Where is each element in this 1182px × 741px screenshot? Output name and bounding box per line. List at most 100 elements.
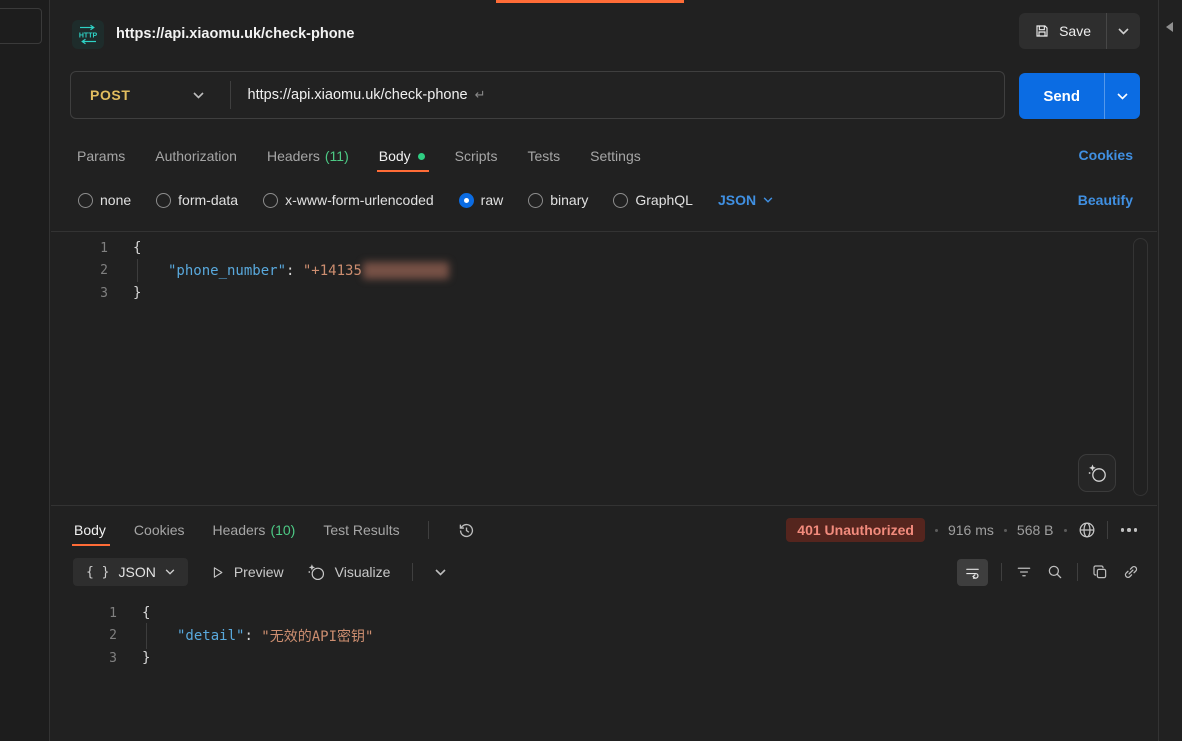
beautify-link[interactable]: Beautify xyxy=(1078,192,1133,208)
chevron-down-icon[interactable] xyxy=(435,569,446,576)
tab-settings[interactable]: Settings xyxy=(590,148,641,164)
history-icon[interactable] xyxy=(457,521,476,540)
response-body-editor[interactable]: 1 { 2 "detail": "无效的API密钥" 3 } xyxy=(51,598,1157,741)
radio-icon[interactable] xyxy=(156,193,171,208)
code-text: "detail": "无效的API密钥" xyxy=(142,626,373,646)
link-icon[interactable] xyxy=(1122,563,1140,581)
tab-params[interactable]: Params xyxy=(77,148,125,164)
code-line: 1 { xyxy=(51,602,1157,625)
separator-dot xyxy=(935,529,938,532)
request-body-editor[interactable]: 1 { 2 "phone_number": "+14135 3 } xyxy=(51,231,1157,505)
tab-tests[interactable]: Tests xyxy=(527,148,560,164)
language-value: JSON xyxy=(718,192,756,208)
code-line: 3 } xyxy=(51,282,1157,305)
more-options-icon[interactable] xyxy=(1118,528,1141,532)
cookies-link[interactable]: Cookies xyxy=(1079,147,1133,163)
sidebar-collapsed-item[interactable] xyxy=(0,8,42,44)
line-number: 3 xyxy=(51,286,108,301)
tab-count: (10) xyxy=(270,522,295,538)
preview-button[interactable]: Preview xyxy=(210,564,284,580)
url-enter-hint: ↵ xyxy=(475,87,486,103)
mode-none[interactable]: none xyxy=(78,192,131,208)
tab-label: Headers xyxy=(267,148,320,164)
radio-icon[interactable] xyxy=(528,193,543,208)
body-mode-row: none form-data x-www-form-urlencoded raw… xyxy=(51,186,1157,214)
radio-icon[interactable] xyxy=(78,193,93,208)
response-tab-test-results[interactable]: Test Results xyxy=(323,522,399,538)
right-sidebar-strip[interactable] xyxy=(1158,0,1182,741)
send-button[interactable]: Send xyxy=(1019,73,1104,119)
save-button[interactable]: Save xyxy=(1019,13,1106,49)
preview-label: Preview xyxy=(234,564,284,580)
mode-raw[interactable]: raw xyxy=(459,192,504,208)
mode-graphql[interactable]: GraphQL xyxy=(613,192,693,208)
response-status-bar: 401 Unauthorized 916 ms 568 B xyxy=(786,513,1140,547)
url-divider xyxy=(230,81,231,109)
send-options-button[interactable] xyxy=(1104,73,1140,119)
method-select-value[interactable]: POST xyxy=(90,87,131,103)
mode-binary[interactable]: binary xyxy=(528,192,588,208)
visualize-button[interactable]: Visualize xyxy=(306,562,391,582)
code-text: } xyxy=(133,285,141,301)
separator-dot xyxy=(1064,529,1067,532)
response-tab-cookies[interactable]: Cookies xyxy=(134,522,185,538)
response-tab-body[interactable]: Body xyxy=(74,522,106,538)
request-title: https://api.xiaomu.uk/check-phone xyxy=(116,26,354,42)
wrap-text-button[interactable] xyxy=(957,559,988,586)
visualize-label: Visualize xyxy=(335,564,391,580)
code-text: { xyxy=(142,605,150,621)
radio-icon[interactable] xyxy=(263,193,278,208)
filter-icon[interactable] xyxy=(1015,563,1033,581)
network-globe-icon[interactable] xyxy=(1077,520,1097,540)
save-button-label: Save xyxy=(1059,23,1091,39)
postbot-button[interactable] xyxy=(1078,454,1116,492)
url-input[interactable]: https://api.xiaomu.uk/check-phone xyxy=(248,87,468,103)
response-tabs: Body Cookies Headers(10) Test Results xyxy=(51,513,476,547)
mode-label: raw xyxy=(481,192,504,208)
chevron-down-icon xyxy=(1118,28,1129,35)
modified-dot xyxy=(418,153,425,160)
tab-label: Authorization xyxy=(155,148,237,164)
save-options-button[interactable] xyxy=(1106,13,1140,49)
play-icon xyxy=(210,565,225,580)
response-tab-headers[interactable]: Headers(10) xyxy=(213,522,296,538)
main-panel: HTTP https://api.xiaomu.uk/check-phone xyxy=(51,0,1157,741)
request-header-row: HTTP https://api.xiaomu.uk/check-phone xyxy=(51,10,1157,58)
chevron-down-icon xyxy=(763,197,773,203)
response-time[interactable]: 916 ms xyxy=(948,522,994,538)
json-value: "无效的API密钥" xyxy=(261,626,373,646)
language-select[interactable]: JSON xyxy=(718,192,773,208)
code-line: 2 "phone_number": "+14135 xyxy=(51,260,1157,283)
send-button-group: Send xyxy=(1019,73,1140,119)
tab-headers[interactable]: Headers(11) xyxy=(267,148,349,164)
tab-body[interactable]: Body xyxy=(379,148,425,164)
copy-icon[interactable] xyxy=(1091,563,1109,581)
response-panel: Body Cookies Headers(10) Test Results 40… xyxy=(51,505,1157,741)
response-size[interactable]: 568 B xyxy=(1017,522,1054,538)
editor-scrollbar-track[interactable] xyxy=(1133,238,1148,496)
tab-label: Test Results xyxy=(323,522,399,538)
divider xyxy=(1077,563,1078,581)
collapse-left-arrow-icon[interactable] xyxy=(1166,22,1173,32)
tab-label: Settings xyxy=(590,148,641,164)
mode-label: form-data xyxy=(178,192,238,208)
divider xyxy=(412,563,413,581)
line-number: 2 xyxy=(51,263,108,278)
search-icon[interactable] xyxy=(1046,563,1064,581)
mode-x-www-form-urlencoded[interactable]: x-www-form-urlencoded xyxy=(263,192,434,208)
code-text: "phone_number": "+14135 xyxy=(133,262,449,279)
left-sidebar-rail[interactable] xyxy=(0,0,50,741)
format-label: JSON xyxy=(118,564,155,580)
save-button-group: Save xyxy=(1019,13,1140,49)
method-chevron-down-icon[interactable] xyxy=(193,92,204,99)
radio-checked-icon[interactable] xyxy=(459,193,474,208)
json-key: "phone_number" xyxy=(168,263,286,279)
app-window: HTTP https://api.xiaomu.uk/check-phone xyxy=(0,0,1182,741)
tab-authorization[interactable]: Authorization xyxy=(155,148,237,164)
response-format-select[interactable]: { } JSON xyxy=(73,558,188,586)
tab-scripts[interactable]: Scripts xyxy=(455,148,498,164)
tab-label: Body xyxy=(379,148,411,164)
mode-form-data[interactable]: form-data xyxy=(156,192,238,208)
status-badge[interactable]: 401 Unauthorized xyxy=(786,518,925,542)
radio-icon[interactable] xyxy=(613,193,628,208)
